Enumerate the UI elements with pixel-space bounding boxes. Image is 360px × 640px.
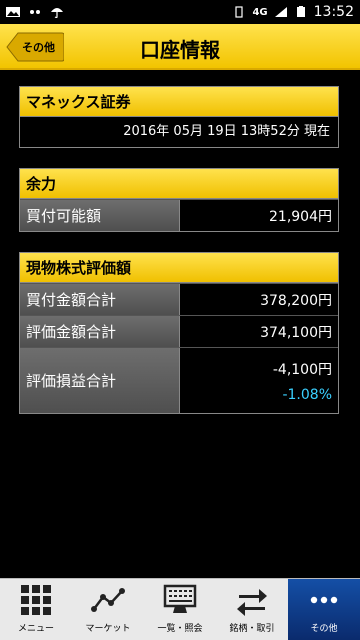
table-row: 買付金額合計 378,200円 — [20, 283, 338, 315]
vibrate-icon — [235, 6, 244, 18]
clock: 13:52 — [313, 4, 354, 20]
nav-menu[interactable]: メニュー — [0, 579, 72, 640]
unrealized-pl-value: -4,100円 — [272, 361, 332, 378]
buying-power-label: 買付可能額 — [20, 200, 180, 231]
purchase-total-label: 買付金額合計 — [20, 284, 180, 315]
network-type: 4G — [252, 6, 268, 18]
page-title: 口座情報 — [140, 38, 220, 62]
umbrella-icon — [51, 8, 63, 18]
genbutsu-section: 現物株式評価額 買付金額合計 378,200円 評価金額合計 374,100円 … — [19, 252, 339, 414]
status-bar: 4G 13:52 — [0, 0, 360, 24]
yoryoku-heading: 余力 — [20, 169, 338, 199]
nav-other[interactable]: その他 — [288, 579, 360, 640]
more-icon — [310, 596, 338, 604]
unrealized-pl-cell: -4,100円 -1.08% — [180, 348, 338, 413]
yoryoku-section: 余力 買付可能額 21,904円 — [19, 168, 339, 232]
grid-icon — [21, 585, 51, 615]
genbutsu-heading: 現物株式評価額 — [20, 253, 338, 283]
valuation-total-value: 374,100円 — [180, 316, 338, 347]
exchange-icon — [237, 589, 267, 616]
table-row: 評価損益合計 -4,100円 -1.08% — [20, 347, 338, 413]
monex-section: マネックス証券 2016年 05月 19日 13時52分 現在 — [19, 86, 339, 148]
battery-icon — [296, 6, 305, 17]
monex-heading: マネックス証券 — [20, 87, 338, 117]
image-icon — [6, 7, 20, 17]
nav-label: 一覧・照会 — [157, 624, 203, 634]
nav-market[interactable]: マーケット — [72, 579, 144, 640]
signal-icon — [274, 7, 287, 17]
dots-icon — [30, 10, 40, 14]
table-row: 買付可能額 21,904円 — [20, 199, 338, 231]
table-row: 評価金額合計 374,100円 — [20, 315, 338, 347]
monitor-icon — [163, 584, 197, 613]
buying-power-value: 21,904円 — [180, 200, 338, 231]
unrealized-pl-percent: -1.08% — [282, 386, 332, 403]
nav-list[interactable]: 一覧・照会 — [144, 579, 216, 640]
nav-label: マーケット — [85, 624, 131, 634]
app-header: その他 口座情報 — [0, 24, 360, 70]
purchase-total-value: 378,200円 — [180, 284, 338, 315]
as-of-datetime: 2016年 05月 19日 13時52分 現在 — [20, 117, 338, 147]
nav-label: メニュー — [17, 624, 54, 634]
unrealized-pl-label: 評価損益合計 — [20, 348, 180, 413]
bottom-nav: メニュー マーケット 一覧・照会 銘柄・取引 その他 — [0, 578, 360, 640]
chart-icon — [91, 588, 125, 612]
nav-label: 銘柄・取引 — [229, 624, 275, 634]
valuation-total-label: 評価金額合計 — [20, 316, 180, 347]
nav-trade[interactable]: 銘柄・取引 — [216, 579, 288, 640]
nav-label: その他 — [310, 624, 338, 634]
